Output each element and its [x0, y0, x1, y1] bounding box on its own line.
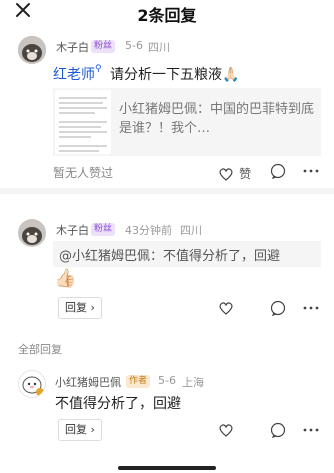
quoted-post-thumbnail: [55, 90, 111, 154]
comment-text: 请分析一下五粮液🙏🏻: [110, 67, 240, 83]
comment-date: 5-6: [125, 39, 143, 52]
home-indicator: [118, 466, 216, 470]
quoted-post-card[interactable]: 小红猪姆巴佩：中国的巴菲特到底是谁？！我个…: [53, 88, 321, 156]
all-replies-label: 全部回复: [18, 343, 62, 356]
search-icon: ⚲: [95, 64, 102, 74]
comment-time: 43分钟前: [125, 224, 172, 237]
comment-user-name[interactable]: 木子白: [56, 39, 89, 55]
avatar[interactable]: [18, 370, 46, 398]
comment-icon[interactable]: [270, 163, 286, 183]
avatar[interactable]: [18, 219, 46, 247]
author-badge: 作者: [126, 375, 151, 388]
more-icon[interactable]: [302, 422, 320, 442]
comment-icon[interactable]: [270, 422, 286, 442]
reply-button[interactable]: 回复 ›: [58, 297, 102, 319]
reply-user-name[interactable]: 小红猪姆巴佩: [55, 374, 121, 390]
more-icon[interactable]: [302, 300, 320, 320]
page-title: 2条回复: [137, 6, 197, 25]
avatar[interactable]: [18, 36, 46, 64]
comment-user-name[interactable]: 木子白: [56, 222, 89, 238]
reply-location: 上海: [182, 376, 204, 389]
like-button[interactable]: 赞: [218, 163, 251, 182]
comment-location: 四川: [180, 224, 202, 237]
like-label: 赞: [239, 167, 252, 181]
fan-badge: 粉丝: [91, 223, 116, 236]
comment-text-row: 红老师⚲ 请分析一下五粮液🙏🏻: [53, 64, 239, 84]
heart-icon[interactable]: [218, 300, 234, 320]
reply-date: 5-6: [158, 374, 176, 387]
comment-icon[interactable]: [270, 300, 286, 320]
reply-button[interactable]: 回复 ›: [58, 419, 102, 441]
fan-badge: 粉丝: [91, 40, 116, 53]
quoted-post-text: 小红猪姆巴佩：中国的巴菲特到底是谁？！我个…: [119, 102, 315, 136]
thumbs-up-emoji: 👍🏻: [54, 268, 77, 289]
quoted-reply-text: @小红猪姆巴佩：不值得分析了，回避: [59, 249, 281, 264]
mention-link[interactable]: 红老师: [53, 67, 95, 83]
divider: [0, 188, 334, 194]
heart-icon: [219, 167, 233, 181]
heart-icon[interactable]: [218, 422, 234, 442]
reply-text: 不值得分析了，回避: [55, 396, 181, 412]
comment-location: 四川: [148, 41, 170, 54]
quoted-reply[interactable]: @小红猪姆巴佩：不值得分析了，回避: [53, 241, 321, 267]
more-icon[interactable]: [302, 163, 320, 183]
likes-status: 暂无人赞过: [53, 166, 114, 180]
